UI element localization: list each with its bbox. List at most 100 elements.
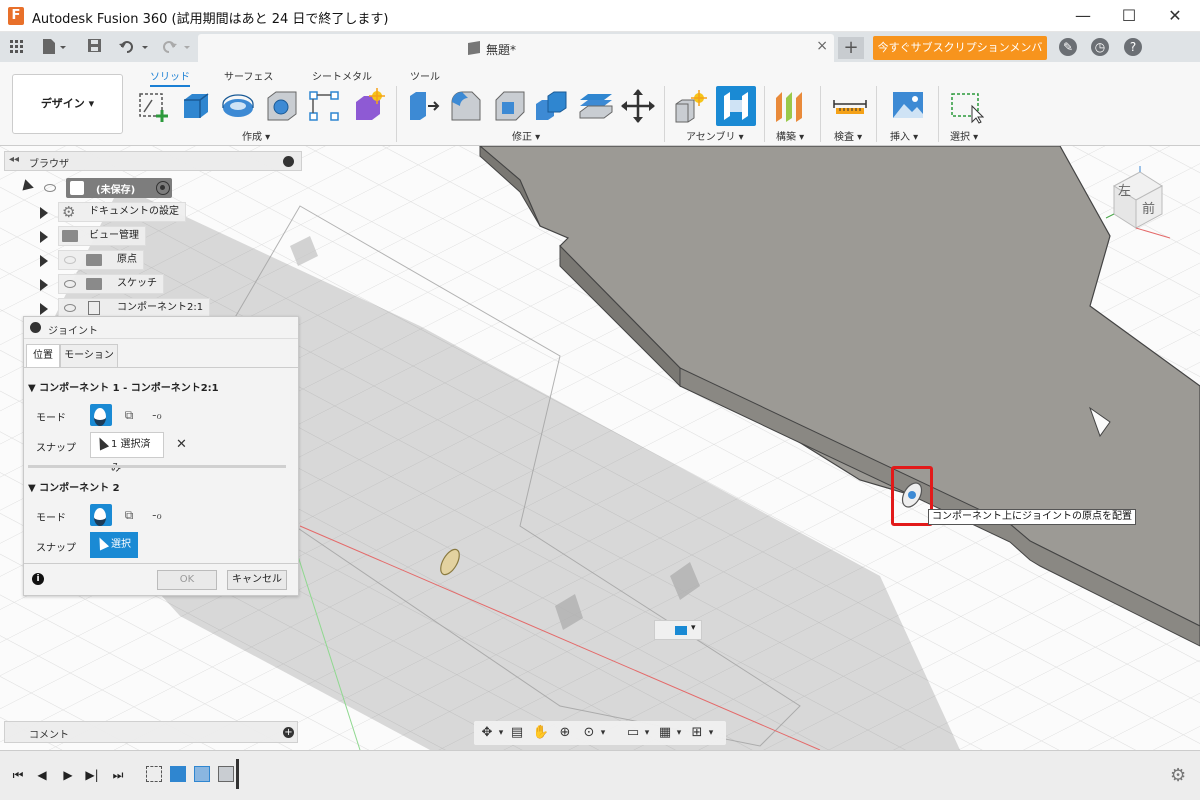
save-icon[interactable] (88, 39, 102, 54)
mode-simple-button[interactable] (90, 504, 112, 526)
new-component-icon[interactable] (672, 88, 708, 124)
comments-panel[interactable]: コメント + (4, 721, 298, 743)
minimize-button[interactable]: — (1060, 0, 1106, 32)
expand-arrow-icon[interactable] (40, 255, 48, 267)
eye-icon[interactable] (64, 304, 76, 312)
create-form-icon[interactable] (350, 88, 386, 124)
tab-position[interactable]: 位置 (26, 344, 60, 368)
go-to-start-icon[interactable]: ⏮ (10, 767, 26, 783)
section-component1[interactable]: ▼ コンポーネント 1 - コンポーネント2:1 (28, 379, 219, 394)
scale-icon[interactable] (578, 88, 614, 124)
insert-group-label[interactable]: 挿入 ▾ (890, 128, 918, 143)
select-group-label[interactable]: 選択 ▾ (950, 128, 978, 143)
close-tab-button[interactable]: × (816, 38, 828, 54)
file-menu-icon[interactable] (42, 39, 68, 55)
browser-panel-header[interactable]: ◂◂ ブラウザ (4, 151, 302, 171)
step-forward-icon[interactable]: ▶| (84, 767, 100, 783)
expand-arrow-icon[interactable] (40, 279, 48, 291)
expand-arrow-icon[interactable] (18, 179, 34, 195)
browser-item-sketches[interactable]: スケッチ (40, 274, 170, 294)
joint-tool-active[interactable] (716, 86, 756, 126)
expand-arrow-icon[interactable] (40, 303, 48, 315)
help-icon[interactable]: ? (1124, 38, 1142, 56)
create-group-label[interactable]: 作成 ▾ (242, 128, 270, 143)
snap1-selection-button[interactable]: 1 選択済み (90, 432, 164, 474)
chevron-down-icon[interactable]: ▾ (670, 724, 688, 742)
play-icon[interactable]: ▶ (60, 767, 76, 783)
joint-dialog-header[interactable]: ジョイント (24, 317, 298, 339)
new-tab-button[interactable]: + (838, 37, 864, 59)
press-pull-icon[interactable] (406, 88, 442, 124)
maximize-button[interactable]: ☐ (1106, 0, 1152, 32)
hole-icon[interactable] (264, 88, 300, 124)
shell-icon[interactable] (492, 88, 528, 124)
tab-surface[interactable]: サーフェス (224, 68, 273, 83)
eye-icon[interactable] (64, 256, 76, 264)
document-tab[interactable]: 無題* × (198, 34, 834, 62)
eye-icon[interactable] (44, 184, 56, 192)
undo-icon[interactable] (118, 39, 152, 55)
cancel-button[interactable]: キャンセル (227, 570, 287, 590)
create-sketch-icon[interactable] (136, 88, 172, 124)
info-icon[interactable]: i (32, 573, 44, 585)
mode-between-icon[interactable]: ⧉ (120, 506, 138, 524)
tab-sheet-metal[interactable]: シートメタル (312, 68, 372, 83)
browser-item-named-views[interactable]: ビュー管理 (40, 226, 160, 246)
close-window-button[interactable]: ✕ (1152, 0, 1198, 32)
tab-solid[interactable]: ソリッド (150, 68, 190, 87)
mode-two-edge-icon[interactable]: -ℴ (148, 506, 166, 524)
clock-icon[interactable]: ◷ (1091, 38, 1109, 56)
subscribe-button[interactable]: 今すぐサブスクリプションメンバーに... (873, 36, 1047, 78)
viewcube[interactable] (1100, 166, 1176, 246)
measure-icon[interactable] (832, 88, 868, 124)
app-grid-icon[interactable] (10, 40, 24, 54)
modify-group-label[interactable]: 修正 ▾ (512, 128, 540, 143)
collapse-icon[interactable]: ◂◂ (9, 154, 19, 165)
pan-icon[interactable]: ✋ (532, 724, 550, 742)
combine-icon[interactable] (534, 88, 570, 124)
pattern-icon[interactable] (306, 88, 342, 124)
timeline-settings-gear-icon[interactable]: ⚙ (1170, 765, 1186, 786)
chevron-down-icon[interactable]: ▾ (594, 724, 612, 742)
look-at-icon[interactable]: ▤ (508, 724, 526, 742)
minimize-panel-icon[interactable] (283, 156, 294, 167)
clear-selection-icon[interactable]: ✕ (176, 437, 187, 452)
browser-item-document-settings[interactable]: ドキュメントの設定 ⚙ (40, 202, 186, 222)
mini-toolbar[interactable]: ▾ (654, 620, 702, 640)
insert-image-icon[interactable] (890, 88, 926, 124)
collapse-dialog-icon[interactable] (30, 322, 41, 333)
inspect-group-label[interactable]: 検査 ▾ (834, 128, 862, 143)
section-component2[interactable]: ▼ コンポーネント 2 (28, 479, 120, 494)
revolve-icon[interactable] (220, 88, 256, 124)
timeline-sketch-feature[interactable] (146, 766, 162, 782)
eye-icon[interactable] (64, 280, 76, 288)
chevron-down-icon[interactable]: ▾ (702, 724, 720, 742)
construct-group-label[interactable]: 構築 ▾ (776, 128, 804, 143)
workspace-switcher[interactable]: デザイン ▾ (12, 74, 123, 134)
zoom-icon[interactable]: ⊕ (556, 724, 574, 742)
browser-item-component[interactable]: コンポーネント2:1 (40, 298, 220, 318)
expand-arrow-icon[interactable] (40, 231, 48, 243)
job-status-icon[interactable]: ✎ (1059, 38, 1077, 56)
timeline-marker[interactable] (236, 759, 239, 789)
assemble-group-label[interactable]: アセンブリ ▾ (686, 128, 744, 143)
select-window-icon[interactable] (948, 88, 984, 124)
redo-icon[interactable] (160, 39, 194, 55)
expand-arrow-icon[interactable] (40, 207, 48, 219)
extrude-icon[interactable] (178, 88, 214, 124)
offset-plane-icon[interactable] (772, 88, 808, 124)
browser-root[interactable]: (未保存) (18, 178, 180, 198)
mode-two-edge-icon[interactable]: -ℴ (148, 406, 166, 424)
timeline-joint-feature[interactable] (218, 766, 234, 782)
go-to-end-icon[interactable]: ⏭ (110, 767, 126, 783)
move-icon[interactable] (620, 88, 656, 124)
step-back-icon[interactable]: ◀ (34, 767, 50, 783)
timeline-extrude-feature[interactable] (170, 766, 186, 782)
fillet-icon[interactable] (448, 88, 484, 124)
timeline-component-feature[interactable] (194, 766, 210, 782)
add-comment-icon[interactable]: + (283, 727, 294, 738)
tab-motion[interactable]: モーション (60, 344, 118, 368)
mode-between-icon[interactable]: ⧉ (120, 406, 138, 424)
snap2-select-button[interactable]: 選択 (90, 532, 138, 558)
browser-item-origin[interactable]: 原点 (40, 250, 160, 270)
